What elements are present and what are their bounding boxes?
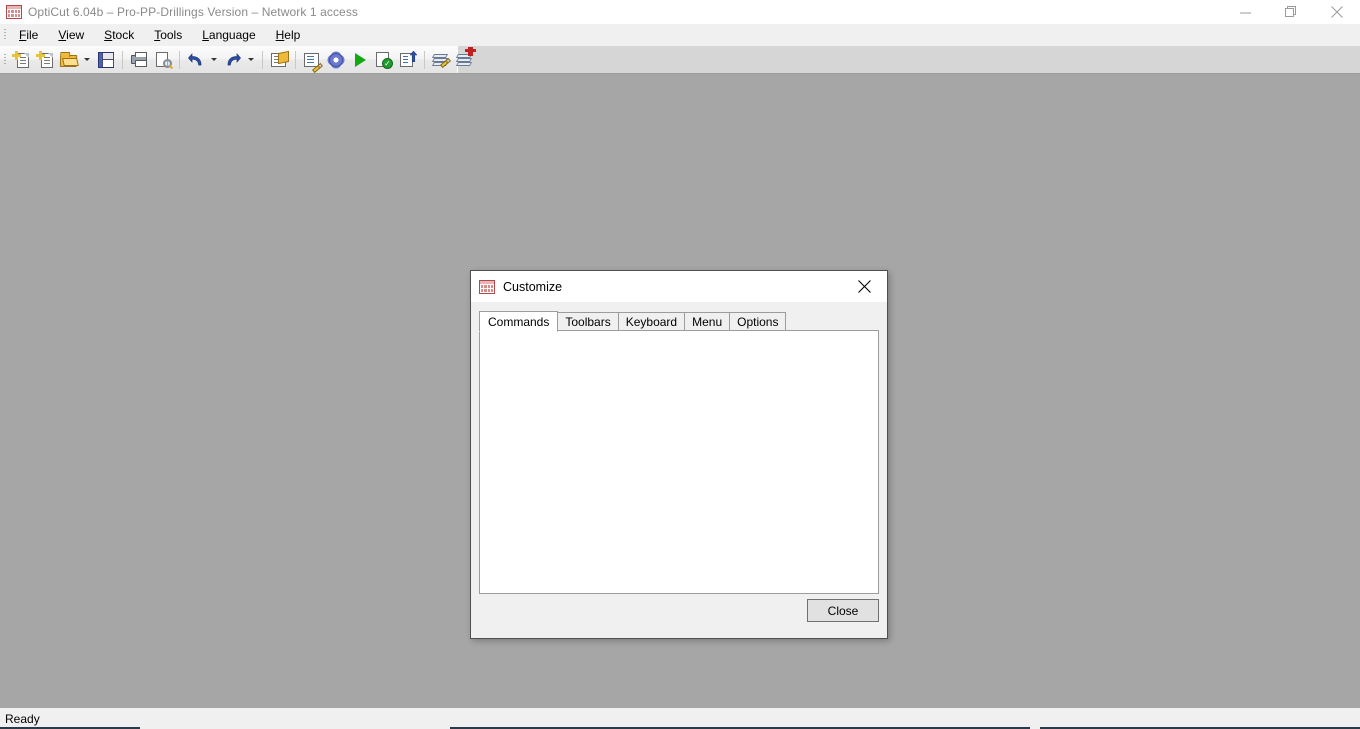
dialog-titlebar: Customize (471, 271, 887, 302)
tab-panel (479, 330, 879, 594)
new-panels-cutting-list-button[interactable] (10, 49, 32, 71)
mdi-client-area: Customize Commands Toolbars Keyboard Men… (0, 74, 1360, 707)
edit-stack-button[interactable] (430, 49, 452, 71)
tab-options[interactable]: Options (729, 312, 787, 331)
minimize-icon[interactable] (1222, 0, 1268, 24)
menubar: File View Stock Tools Language Help (0, 24, 1360, 46)
save-button[interactable] (95, 49, 117, 71)
dialog-tabstrip: Commands Toolbars Keyboard Menu Options (479, 311, 879, 332)
redo-button[interactable] (222, 49, 244, 71)
new-bars-cutting-list-button[interactable] (34, 49, 56, 71)
undo-button[interactable] (185, 49, 207, 71)
grid-table-icon (479, 279, 495, 294)
toolbar-separator (295, 50, 296, 69)
open-dropdown-arrow-icon[interactable] (81, 49, 92, 71)
undo-dropdown-arrow-icon[interactable] (208, 49, 219, 71)
new-panels-doc-icon (12, 50, 30, 69)
statusbar: Ready (0, 707, 1360, 729)
menu-item-stock[interactable]: Stock (94, 25, 144, 45)
grid-table-icon (6, 5, 22, 19)
edit-pencil-doc-icon (303, 51, 323, 73)
menu-item-file[interactable]: File (9, 25, 48, 45)
tab-commands[interactable]: Commands (479, 311, 559, 332)
print-preview-icon (154, 51, 172, 69)
stack-red-icon (455, 46, 476, 69)
open-folder-icon (59, 51, 78, 69)
toolbar-gripper[interactable] (0, 46, 9, 73)
menu-item-language[interactable]: Language (192, 25, 265, 45)
window-controls (1222, 0, 1360, 24)
window-title: OptiCut 6.04b – Pro-PP-Drillings Version… (28, 5, 359, 19)
dialog-footer: Close (471, 594, 887, 638)
stack-pencil-icon (431, 51, 451, 69)
print-preview-button[interactable] (152, 49, 174, 71)
main-toolbar: ✓ (0, 46, 1360, 74)
printer-icon (130, 51, 148, 69)
redo-dropdown-arrow-icon[interactable] (245, 49, 256, 71)
dialog-title: Customize (503, 279, 563, 294)
menu-item-tools[interactable]: Tools (144, 25, 192, 45)
toolbar-empty-area (457, 46, 1360, 73)
gear-icon (327, 51, 345, 69)
export-button[interactable] (397, 49, 419, 71)
tab-keyboard[interactable]: Keyboard (617, 312, 686, 331)
run-optimization-button[interactable] (349, 49, 371, 71)
tab-toolbars[interactable]: Toolbars (557, 312, 619, 331)
toolbar-separator (262, 50, 263, 69)
play-triangle-icon (351, 51, 369, 69)
dialog-close-icon[interactable] (842, 271, 887, 302)
toolbar-separator (122, 50, 123, 69)
close-button[interactable]: Close (807, 599, 879, 622)
window-titlebar: OptiCut 6.04b – Pro-PP-Drillings Version… (0, 0, 1360, 24)
print-button[interactable] (128, 49, 150, 71)
toolbar-separator (424, 50, 425, 69)
settings-button[interactable] (325, 49, 347, 71)
close-icon[interactable] (1314, 0, 1360, 24)
toolbar-separator (179, 50, 180, 69)
menubar-gripper[interactable] (0, 24, 9, 45)
document-export-icon (399, 50, 417, 69)
delete-stack-button[interactable] (454, 46, 476, 71)
customize-dialog: Customize Commands Toolbars Keyboard Men… (470, 270, 888, 639)
tab-menu[interactable]: Menu (684, 312, 731, 331)
new-bars-doc-icon (36, 50, 54, 69)
menu-item-view[interactable]: View (48, 25, 94, 45)
restore-icon[interactable] (1268, 0, 1314, 24)
validate-button[interactable]: ✓ (373, 49, 395, 71)
menu-item-help[interactable]: Help (266, 25, 311, 45)
document-check-icon: ✓ (375, 51, 393, 69)
edit-button[interactable] (301, 49, 323, 73)
redo-arrow-icon (224, 51, 242, 69)
undo-arrow-icon (187, 51, 205, 69)
properties-button[interactable] (268, 49, 290, 71)
application-window: OptiCut 6.04b – Pro-PP-Drillings Version… (0, 0, 1360, 729)
dialog-body: Commands Toolbars Keyboard Menu Options … (471, 302, 887, 638)
status-text: Ready (5, 711, 40, 726)
floppy-disk-icon (97, 51, 115, 69)
properties-icon (270, 51, 288, 69)
open-button[interactable] (58, 49, 80, 71)
